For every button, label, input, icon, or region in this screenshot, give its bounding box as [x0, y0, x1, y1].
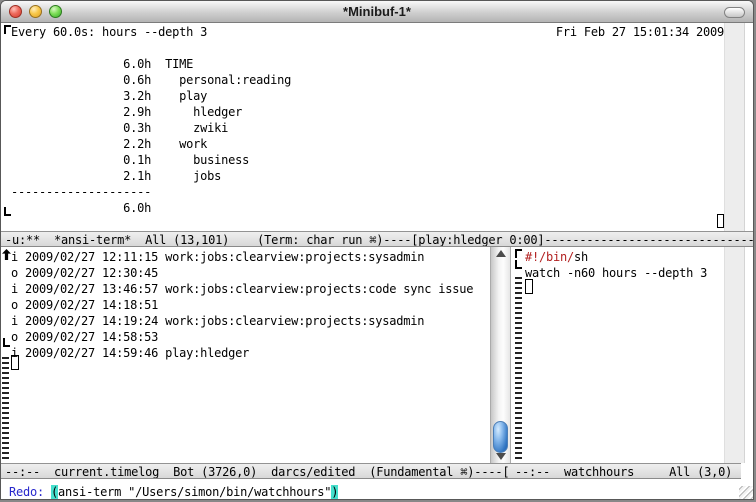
timelog-line: i 2009/02/27 14:19:24 work:jobs:clearvie…: [11, 313, 490, 329]
watch-command-label: Every 60.0s: hours --depth 3: [11, 24, 207, 40]
scroll-up-arrow[interactable]: [491, 247, 510, 260]
term-line: 3.2h play: [11, 88, 724, 104]
term-window[interactable]: Every 60.0s: hours --depth 3 Fri Feb 27 …: [1, 23, 724, 231]
window-title: *Minibuf-1*: [1, 4, 753, 20]
buffer-bottom-indicator-icon: [4, 207, 11, 216]
timelog-line: o 2009/02/27 14:18:51: [11, 297, 490, 313]
term-line: --------------------: [11, 184, 724, 200]
buffer-bottom-indicator-icon: [515, 260, 522, 269]
timelog-cursor: [11, 355, 19, 370]
script-window[interactable]: #!/bin/sh watch -n60 hours --depth 3: [525, 247, 724, 463]
scrollbar-thumb[interactable]: [493, 421, 508, 453]
script-mode-line[interactable]: --:-- watchhours All (3,0): [511, 463, 741, 479]
shebang-interpreter: sh: [574, 250, 588, 264]
shebang-comment: #!/bin/: [525, 250, 574, 264]
buffer-top-indicator-icon: [515, 249, 522, 258]
timelog-window[interactable]: i 2009/02/27 12:11:15 work:jobs:clearvie…: [1, 247, 490, 463]
toolbar-toggle-button[interactable]: [724, 7, 745, 18]
timelog-line: i 2009/02/27 12:11:15 work:jobs:clearvie…: [11, 249, 490, 265]
term-mode-line[interactable]: -u:** *ansi-term* All (13,101) (Term: ch…: [1, 231, 754, 247]
term-line: 2.9h hledger: [11, 104, 724, 120]
paren-match-open: (: [51, 485, 58, 499]
buffer-top-indicator-icon: [4, 25, 11, 34]
empty-lines-indicator-icon: [515, 277, 522, 461]
script-cursor: [525, 279, 533, 294]
empty-lines-indicator-icon: [2, 357, 9, 461]
term-line: 0.3h zwiki: [11, 120, 724, 136]
title-bar[interactable]: *Minibuf-1*: [1, 1, 753, 23]
shebang-line: #!/bin/sh: [525, 249, 724, 265]
timelog-line: o 2009/02/27 12:30:45: [11, 265, 490, 281]
timelog-line: i 2009/02/27 13:46:57 work:jobs:clearvie…: [11, 281, 490, 297]
emacs-frame: *Minibuf-1* Every 60.0s: hours --depth 3…: [0, 0, 754, 500]
term-scrollbar[interactable]: [724, 23, 745, 231]
minibuffer-prompt: Redo:: [9, 485, 51, 499]
term-line: 0.1h business: [11, 152, 724, 168]
paren-match-close: ): [331, 485, 338, 499]
term-line: 2.1h jobs: [11, 168, 724, 184]
frame-body: Every 60.0s: hours --depth 3 Fri Feb 27 …: [1, 23, 754, 500]
timelog-scrollbar[interactable]: [490, 247, 511, 463]
minibuffer-command: ansi-term "/Users/simon/bin/watchhours": [58, 485, 331, 499]
timelog-line: o 2009/02/27 14:58:53: [11, 329, 490, 345]
timelog-line: i 2009/02/27 14:59:46 play:hledger: [11, 345, 490, 361]
term-line: [11, 40, 724, 56]
script-scrollbar[interactable]: [724, 247, 745, 463]
resize-grip[interactable]: [739, 486, 754, 500]
term-line: 6.0h: [11, 200, 724, 216]
term-cursor: [717, 214, 724, 228]
term-line: 6.0h TIME: [11, 56, 724, 72]
buffer-bottom-indicator-icon: [3, 338, 10, 347]
script-command-line: watch -n60 hours --depth 3: [525, 265, 724, 281]
term-line: 2.2h work: [11, 136, 724, 152]
watch-timestamp: Fri Feb 27 15:01:34 2009: [556, 24, 724, 40]
timelog-mode-line[interactable]: --:-- current.timelog Bot (3726,0) darcs…: [1, 463, 511, 479]
term-line: 0.6h personal:reading: [11, 72, 724, 88]
scroll-down-arrow[interactable]: [491, 450, 510, 463]
minibuffer[interactable]: Redo: (ansi-term "/Users/simon/bin/watch…: [1, 479, 754, 500]
